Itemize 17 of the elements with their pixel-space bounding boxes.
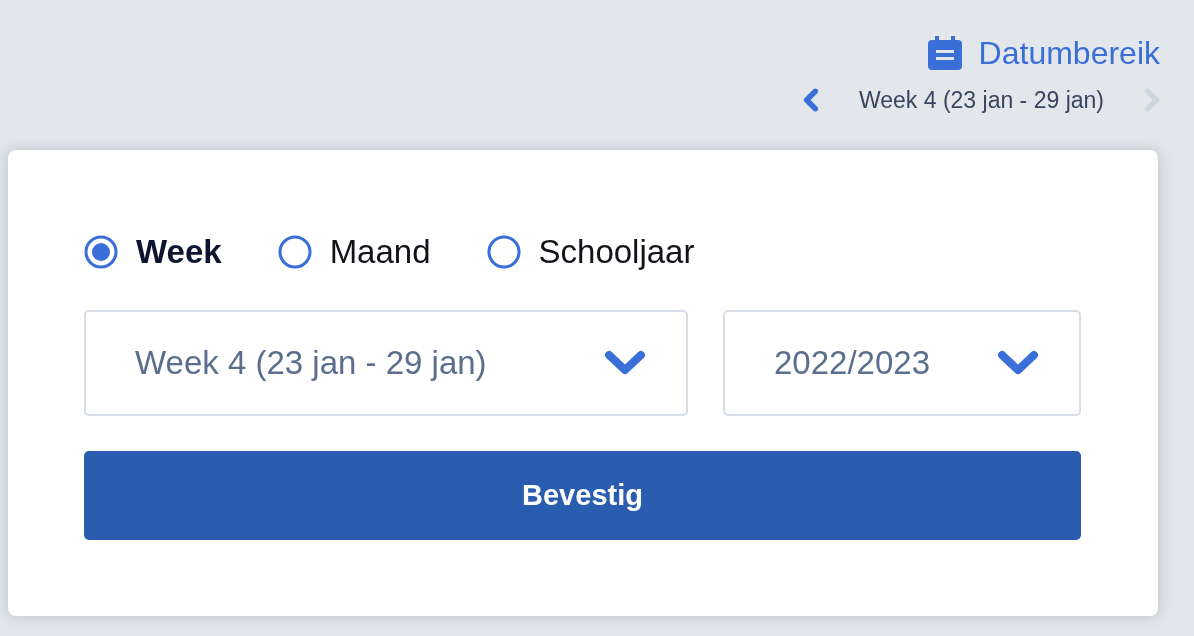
dropdown-select[interactable]: Week 4 (23 jan - 29 jan): [84, 310, 688, 416]
radio-button[interactable]: [84, 235, 118, 269]
dropdown-select[interactable]: 2022/2023: [723, 310, 1081, 416]
chevron-left-icon[interactable]: [802, 88, 819, 112]
confirm-button[interactable]: Bevestig: [84, 451, 1081, 540]
radio-button[interactable]: [486, 235, 521, 269]
period-label: Week 4 (23 jan - 29 jan): [858, 86, 1104, 114]
radio-label[interactable]: Schooljaar: [538, 233, 695, 271]
calendar-icon: [927, 36, 962, 70]
chevron-down-icon: [997, 350, 1039, 376]
radio-label[interactable]: Maand: [329, 233, 431, 271]
chevron-down-icon: [604, 350, 646, 376]
date-range-link[interactable]: Datumbereik: [978, 34, 1160, 72]
dropdown-value: Week 4 (23 jan - 29 jan): [135, 344, 487, 382]
dropdown-value: 2022/2023: [774, 344, 930, 382]
radio-label[interactable]: Week: [136, 233, 222, 271]
radio-button[interactable]: [277, 235, 312, 269]
